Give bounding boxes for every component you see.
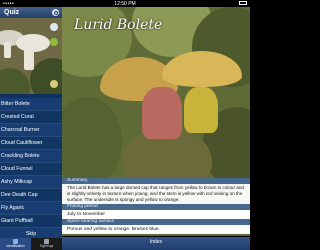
info-panel: Summary The Lurid Bolete has a large dom… — [62, 178, 250, 236]
marker-icon[interactable] — [50, 80, 58, 88]
list-item[interactable]: Ashy Milkcap — [0, 176, 62, 189]
species-list: Bitter Bolete Crested Coral Charcoal Bur… — [0, 98, 62, 241]
mushroom-name: Lurid Bolete — [74, 17, 163, 33]
list-item[interactable]: Fly Agaric — [0, 202, 62, 215]
list-item[interactable]: Charcoal Burner — [0, 124, 62, 137]
list-item[interactable]: Giant Puffball — [0, 215, 62, 228]
battery-icon — [239, 1, 247, 5]
list-item[interactable]: Crested Coral — [0, 111, 62, 124]
list-item[interactable]: Cloud Funnel — [0, 163, 62, 176]
sidebar: Quiz Bitter Bolete Crested Coral Charcoa… — [0, 7, 62, 241]
fruiting-value: July to November — [62, 210, 250, 219]
tab-label: Sightings — [39, 244, 54, 248]
marker-icon[interactable] — [50, 38, 58, 46]
spore-value: Porous and yellow to orange. Bruises blu… — [62, 225, 250, 234]
tab-bar: Identification Sightings — [0, 238, 62, 250]
tab-sightings[interactable]: Sightings — [31, 238, 62, 250]
search-icon[interactable] — [52, 9, 59, 16]
sidebar-banner-image — [0, 18, 62, 94]
tab-label: Identification — [6, 244, 25, 248]
tab-identification[interactable]: Identification — [0, 238, 31, 250]
mushroom-stem — [142, 87, 182, 139]
list-item[interactable]: Crackling Bolete — [0, 150, 62, 163]
status-bar: ••••• 12:50 PM — [0, 0, 250, 7]
list-item[interactable]: Dee Death Cap — [0, 189, 62, 202]
list-item[interactable]: Bitter Bolete — [0, 98, 62, 111]
history-icon[interactable] — [50, 23, 58, 31]
summary-text: The Lurid Bolete has a large domed cap t… — [62, 184, 250, 204]
list-item[interactable]: Cloud Cauliflower — [0, 137, 62, 150]
mushroom-stem — [184, 87, 218, 133]
index-button[interactable]: Index — [62, 237, 250, 250]
sidebar-title[interactable]: Quiz — [4, 9, 19, 16]
